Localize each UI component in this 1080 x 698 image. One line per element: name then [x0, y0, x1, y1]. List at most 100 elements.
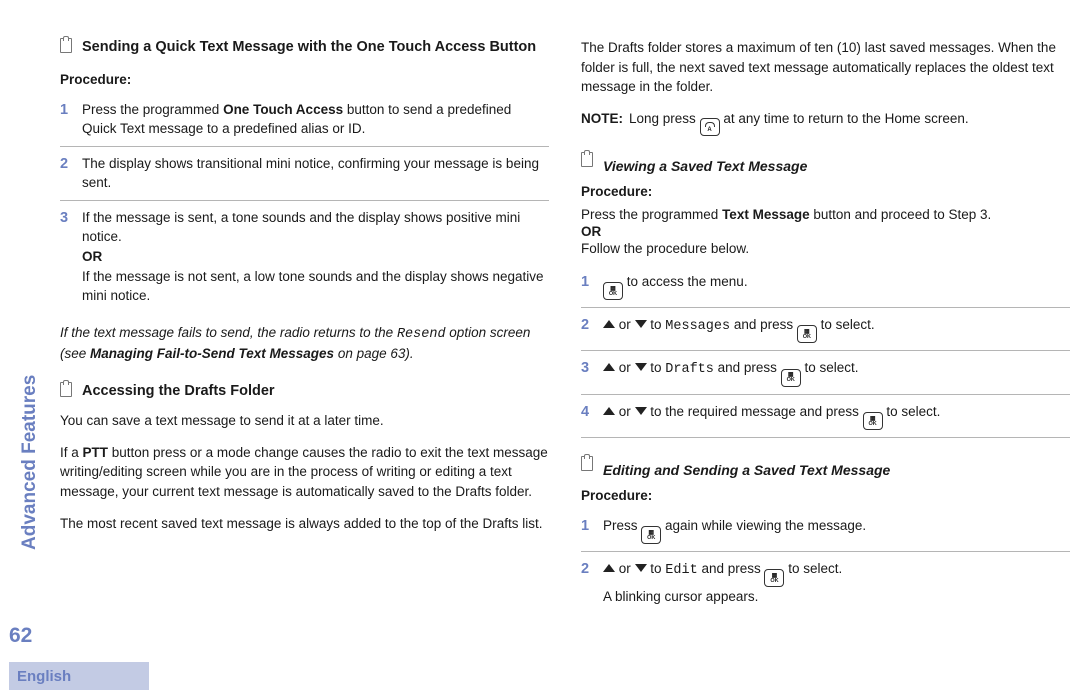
down-arrow-icon — [635, 564, 647, 572]
right-column: The Drafts folder stores a maximum of te… — [581, 38, 1070, 658]
or-label: OR — [82, 247, 549, 267]
text: If the text message fails to send, the r… — [60, 325, 397, 340]
fail-note: If the text message fails to send, the r… — [60, 323, 549, 364]
section-heading: Accessing the Drafts Folder — [82, 382, 275, 402]
text: If the message is sent, a tone sounds an… — [82, 208, 549, 247]
down-arrow-icon — [635, 320, 647, 328]
step-number: 3 — [60, 208, 72, 229]
text-bold: Text Message — [722, 207, 810, 222]
subheading-row: Editing and Sending a Saved Text Message — [581, 456, 1070, 484]
text: to select. — [883, 404, 941, 419]
text: and press — [730, 317, 797, 332]
up-arrow-icon — [603, 363, 615, 371]
text: button press or a mode change causes the… — [60, 445, 548, 499]
text: to — [647, 561, 666, 576]
step-number: 1 — [581, 272, 593, 293]
ok-key-icon: ▦OK — [863, 412, 883, 430]
text: to access the menu. — [623, 274, 748, 289]
text: at any time to return to the Home screen… — [723, 111, 968, 126]
text-bold: PTT — [83, 445, 109, 460]
procedure-steps: 1 ▦OK to access the menu. 2 or to Messag… — [581, 265, 1070, 438]
step-body: or to Edit and press ▦OK to select. A bl… — [603, 559, 1070, 607]
note-block: NOTE: Long press A at any time to return… — [581, 109, 1070, 136]
step-item: 1 Press the programmed One Touch Access … — [60, 93, 549, 146]
side-rail: Advanced Features — [9, 0, 45, 698]
section-heading: Sending a Quick Text Message with the On… — [82, 38, 536, 58]
text: Long press — [629, 111, 700, 126]
text-bold: One Touch Access — [223, 102, 343, 117]
step-number: 1 — [60, 100, 72, 121]
step-body: Press the programmed One Touch Access bu… — [82, 100, 549, 139]
language-bar: English — [9, 662, 149, 690]
step-number: 2 — [581, 315, 593, 336]
step-item: 4 or to the required message and press ▦… — [581, 394, 1070, 437]
text: to the required message and press — [647, 404, 863, 419]
up-arrow-icon — [603, 407, 615, 415]
text: Press — [603, 518, 641, 533]
clipboard-icon — [60, 382, 72, 397]
text: to select. — [801, 360, 859, 375]
ok-key-icon: ▦OK — [781, 369, 801, 387]
paragraph: You can save a text message to send it a… — [60, 411, 549, 431]
text: Press the programmed — [82, 102, 223, 117]
ok-key-icon: ▦OK — [797, 325, 817, 343]
clipboard-icon — [581, 152, 593, 167]
text: If a — [60, 445, 83, 460]
step-number: 1 — [581, 516, 593, 537]
subsection-heading: Editing and Sending a Saved Text Message — [603, 462, 890, 478]
or-label: OR — [581, 224, 1070, 239]
paragraph: If a PTT button press or a mode change c… — [60, 443, 549, 502]
step-number: 3 — [581, 358, 593, 379]
text: Press the programmed — [581, 207, 722, 222]
text: to select. — [784, 561, 842, 576]
step-body: or to Messages and press ▦OK to select. — [603, 315, 1070, 343]
text: button and proceed to Step 3. — [810, 207, 992, 222]
procedure-label: Procedure: — [581, 184, 1070, 199]
language-label: English — [17, 668, 71, 685]
text-mono: Drafts — [665, 362, 714, 377]
step-body: or to Drafts and press ▦OK to select. — [603, 358, 1070, 386]
step-body: Press ▦OK again while viewing the messag… — [603, 516, 1070, 544]
step-number: 2 — [60, 154, 72, 175]
text-mono: Edit — [665, 563, 697, 578]
note-body: Long press A at any time to return to th… — [629, 109, 969, 136]
text: again while viewing the message. — [661, 518, 866, 533]
section-title-vertical: Advanced Features — [19, 375, 41, 550]
down-arrow-icon — [635, 407, 647, 415]
procedure-label: Procedure: — [60, 72, 549, 87]
heading-row: Sending a Quick Text Message with the On… — [60, 38, 549, 68]
text-mono: Resend — [397, 327, 446, 342]
ok-key-icon: ▦OK — [603, 282, 623, 300]
text: to — [647, 317, 666, 332]
subsection-heading: Viewing a Saved Text Message — [603, 158, 807, 174]
subheading-row: Viewing a Saved Text Message — [581, 152, 1070, 180]
step-body: or to the required message and press ▦OK… — [603, 402, 1070, 430]
step-item: 3 or to Drafts and press ▦OK to select. — [581, 350, 1070, 393]
text: and press — [698, 561, 765, 576]
ok-key-icon: ▦OK — [764, 569, 784, 587]
step-item: 2 or to Edit and press ▦OK to select. A … — [581, 551, 1070, 614]
step-body: The display shows transitional mini noti… — [82, 154, 549, 193]
step-body: ▦OK to access the menu. — [603, 272, 1070, 300]
step-item: 3 If the message is sent, a tone sounds … — [60, 200, 549, 313]
text: A blinking cursor appears. — [603, 587, 1070, 607]
procedure-steps: 1 Press ▦OK again while viewing the mess… — [581, 509, 1070, 614]
text-mono: Messages — [665, 319, 730, 334]
step-body: If the message is sent, a tone sounds an… — [82, 208, 549, 306]
paragraph: The Drafts folder stores a maximum of te… — [581, 38, 1070, 97]
paragraph: The most recent saved text message is al… — [60, 514, 549, 534]
page-number: 62 — [9, 624, 32, 648]
content-columns: Sending a Quick Text Message with the On… — [60, 38, 1070, 658]
text: If the message is not sent, a low tone s… — [82, 267, 549, 306]
text: to select. — [817, 317, 875, 332]
step-number: 4 — [581, 402, 593, 423]
text: to — [647, 360, 666, 375]
procedure-label: Procedure: — [581, 488, 1070, 503]
home-key-icon: A — [700, 118, 720, 136]
step-item: 2 The display shows transitional mini no… — [60, 146, 549, 200]
step-number: 2 — [581, 559, 593, 580]
intro-text: Press the programmed Text Message button… — [581, 205, 1070, 225]
procedure-steps: 1 Press the programmed One Touch Access … — [60, 93, 549, 313]
down-arrow-icon — [635, 363, 647, 371]
document-page: Advanced Features 62 English Sending a Q… — [0, 0, 1080, 698]
